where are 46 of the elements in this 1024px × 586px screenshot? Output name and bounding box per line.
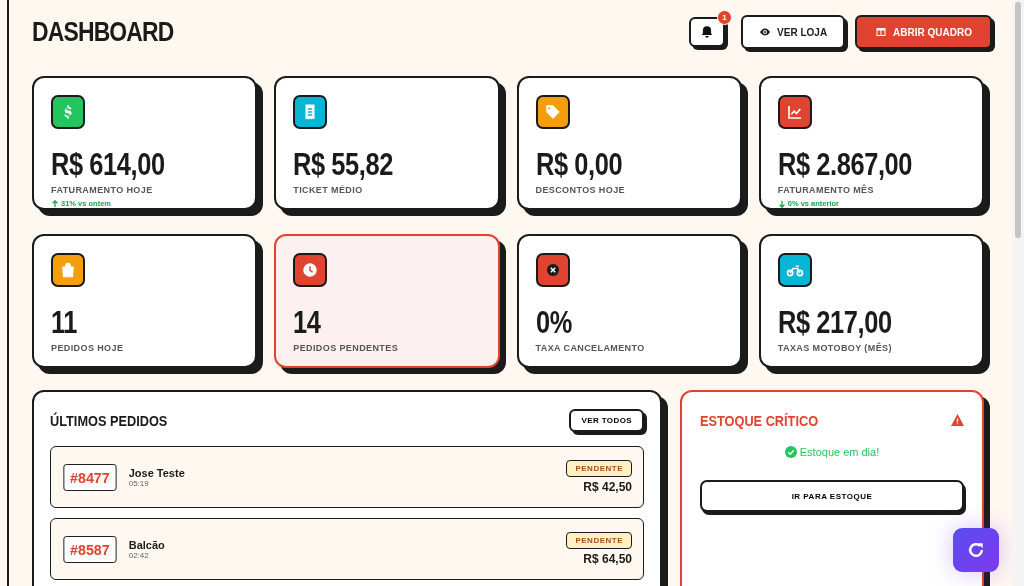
order-time: 02:42 bbox=[128, 550, 150, 560]
stat-label: PEDIDOS HOJE bbox=[51, 343, 125, 353]
notifications-button[interactable] bbox=[689, 17, 726, 47]
stat-value: R$ 2.867,00 bbox=[777, 147, 913, 183]
stat-value: R$ 55,82 bbox=[293, 147, 395, 183]
order-number: #8477 bbox=[63, 463, 117, 491]
check-circle-icon bbox=[784, 446, 797, 458]
header-button[interactable]: ABRIR QUADRO bbox=[855, 15, 992, 49]
order-time: 05:19 bbox=[128, 478, 150, 488]
stat-value: 14 bbox=[293, 305, 322, 341]
stat-label: TICKET MÉDIO bbox=[293, 185, 364, 195]
bell-icon bbox=[700, 25, 715, 39]
customer-name: Jose Teste bbox=[128, 466, 186, 479]
notification-badge: 1 bbox=[717, 10, 733, 25]
stat-value: 11 bbox=[51, 305, 79, 341]
status-badge: PENDENTE bbox=[566, 460, 632, 477]
panel-title: ESTOQUE CRÍTICO bbox=[700, 411, 819, 429]
page-title: DASHBOARD bbox=[32, 16, 174, 48]
warning-icon bbox=[951, 414, 964, 426]
customer-name: Balcão bbox=[128, 538, 166, 551]
stat-value: R$ 217,00 bbox=[777, 305, 893, 341]
refresh-button[interactable] bbox=[953, 528, 999, 572]
order-number: #8587 bbox=[63, 535, 117, 563]
stat-value: 0% bbox=[535, 305, 573, 341]
board-icon bbox=[875, 26, 888, 38]
stat-label: FATURAMENTO HOJE bbox=[51, 185, 154, 195]
refresh-icon bbox=[966, 540, 986, 560]
scrollbar[interactable] bbox=[1012, 0, 1024, 586]
eye-icon bbox=[759, 26, 772, 38]
stat-label: FATURAMENTO MÊS bbox=[777, 185, 875, 195]
view-all-button[interactable]: VER TODOS bbox=[569, 408, 644, 432]
status-badge: PENDENTE bbox=[566, 532, 632, 549]
stat-value: R$ 614,00 bbox=[51, 147, 166, 183]
stat-value: R$ 0,00 bbox=[535, 147, 623, 183]
stat-label: TAXAS MOTOBOY (MÊS) bbox=[777, 343, 893, 353]
order-row[interactable]: #8477 Jose Teste 05:19 PENDENTE R$ 42,50 bbox=[50, 446, 644, 508]
order-total: R$ 64,50 bbox=[583, 552, 632, 566]
stat-label: PEDIDOS PENDENTES bbox=[293, 343, 400, 353]
header-button[interactable]: VER LOJA bbox=[741, 15, 846, 49]
stat-label: DESCONTOS HOJE bbox=[535, 185, 626, 195]
stock-status-text: Estoque em dia! bbox=[799, 446, 880, 458]
order-row[interactable]: #8587 Balcão 02:42 PENDENTE R$ 64,50 bbox=[50, 518, 644, 580]
order-total: R$ 42,50 bbox=[583, 480, 632, 494]
stock-button[interactable]: IR PARA ESTOQUE bbox=[700, 480, 964, 512]
panel-title: ÚLTIMOS PEDIDOS bbox=[50, 411, 168, 429]
stat-label: TAXA CANCELAMENTO bbox=[535, 343, 646, 353]
